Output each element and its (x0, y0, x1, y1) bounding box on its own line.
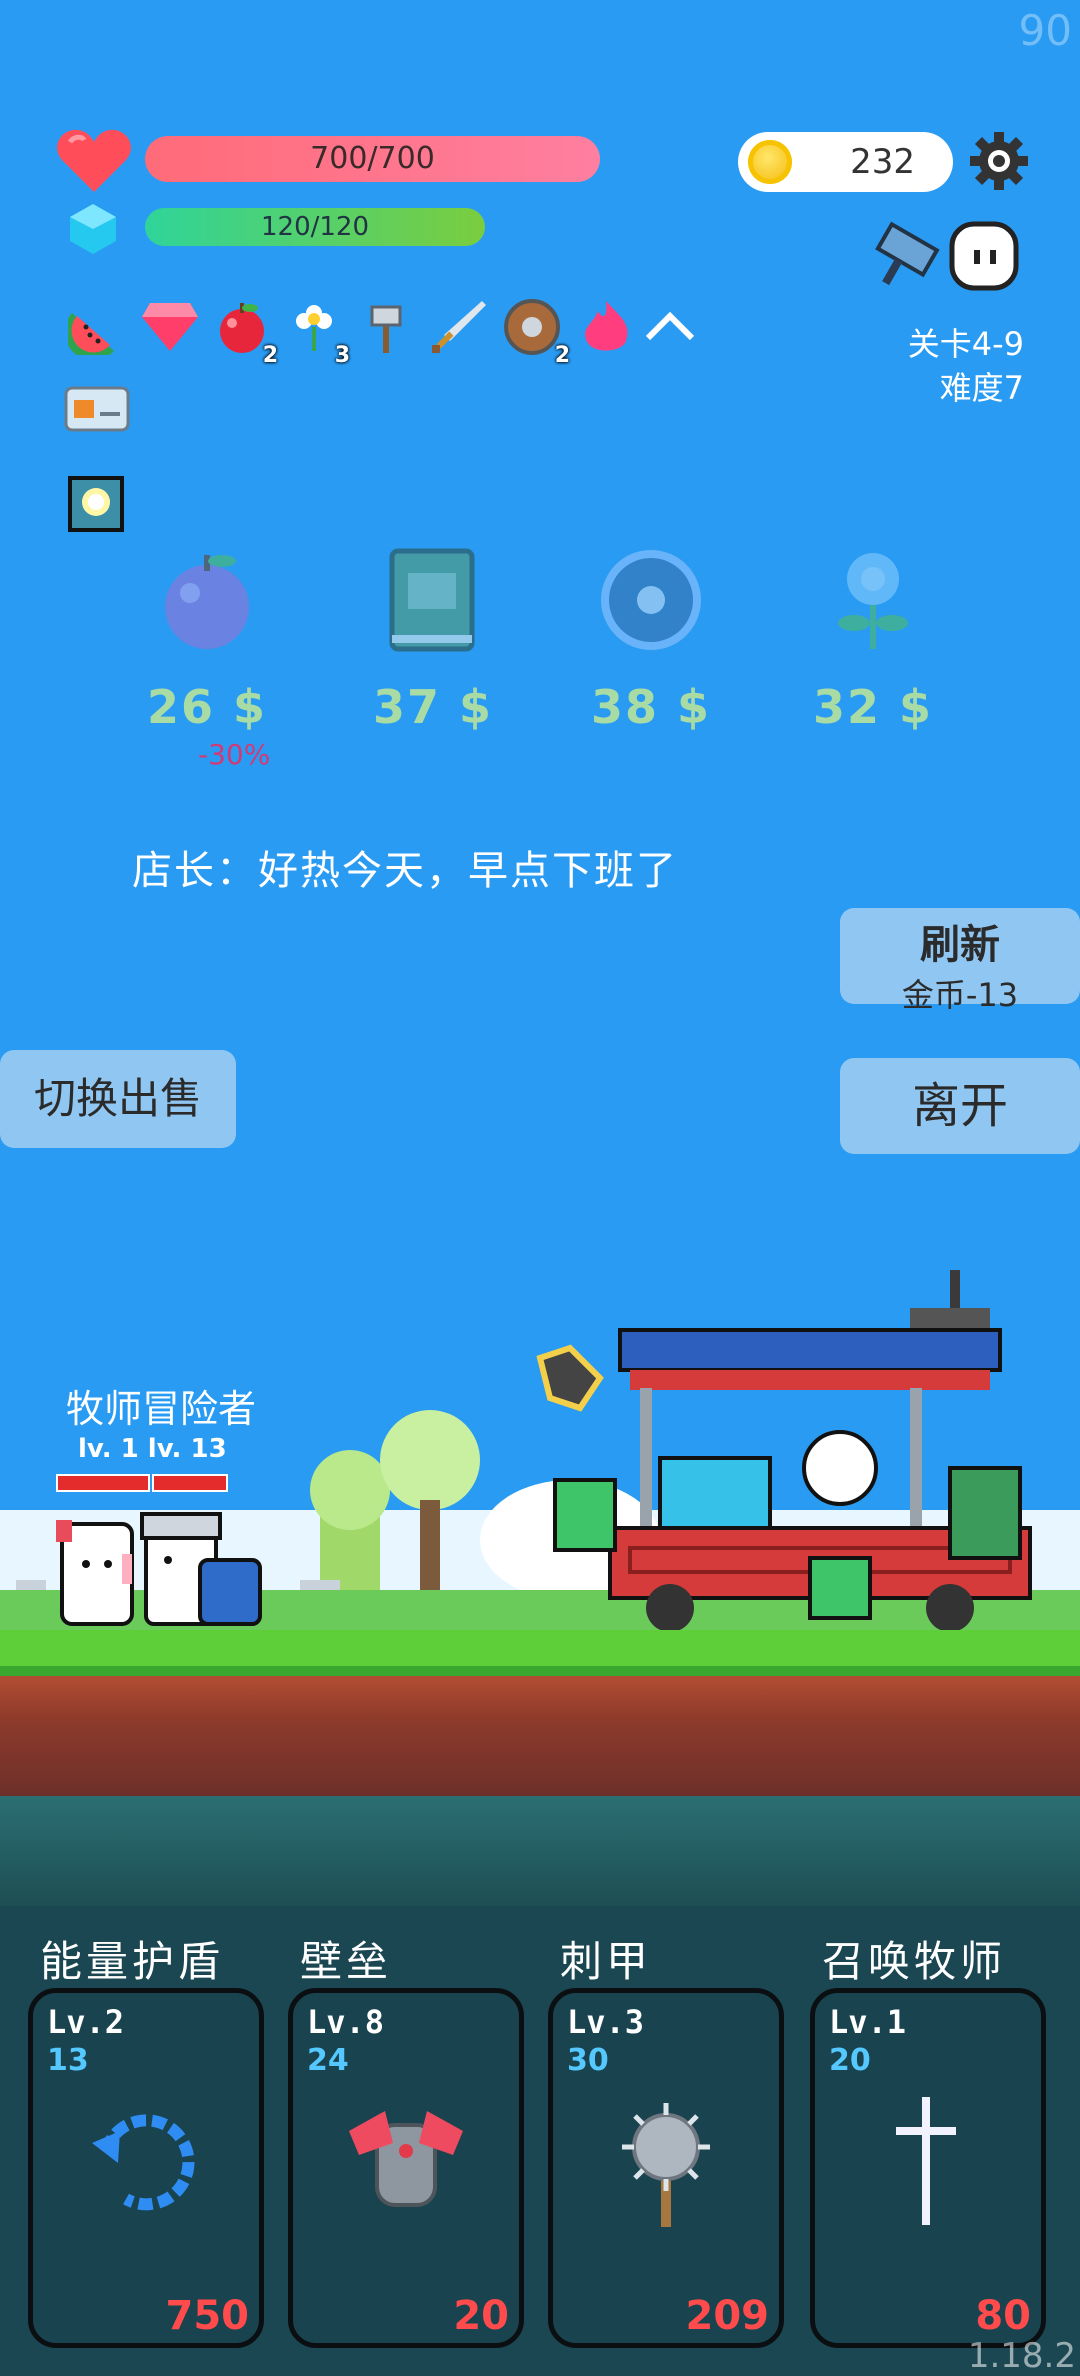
stage-difficulty: 难度7 (939, 369, 1024, 407)
heart-icon (56, 128, 132, 198)
skill-level: Lv.2 (47, 2003, 125, 2041)
settings-gear-icon[interactable] (968, 130, 1030, 196)
shop-discount-1: -30% (198, 738, 271, 771)
food-truck (510, 1268, 1070, 1642)
coin-icon (748, 140, 792, 184)
skill-card-summon-priest[interactable]: Lv.1 20 80 (810, 1988, 1046, 2348)
skill-title-1: 能量护盾 (40, 1937, 225, 1986)
inventory-flame[interactable] (574, 292, 638, 362)
priest-character[interactable] (52, 1514, 142, 1638)
skill-card-energy-shield[interactable]: Lv.2 13 750 (28, 1988, 264, 2348)
shopkeeper-dialog: 店长：好热今天，早点下班了 (132, 848, 678, 894)
ground-dirt (0, 1676, 1080, 1796)
relic-lightbulb-icon[interactable] (68, 476, 124, 536)
water-strip (0, 1796, 1080, 1906)
skill-cost: 209 (685, 2293, 770, 2339)
inventory-flower[interactable]: 3 (284, 292, 350, 368)
skill-cost: 80 (975, 2293, 1031, 2339)
skill-level: Lv.8 (307, 2003, 385, 2041)
skill-value: 24 (307, 2043, 349, 2078)
inventory-gem[interactable] (138, 292, 202, 362)
armor-chestplate-icon (341, 2101, 471, 2225)
skill-title-2: 壁垒 (300, 1937, 393, 1986)
stage-info: 关卡4-9 难度7 (908, 322, 1024, 410)
inventory-sword[interactable] (426, 292, 490, 362)
leave-button[interactable]: 离开 (840, 1058, 1080, 1154)
mp-bar: 120/120 (145, 208, 485, 246)
apple-count: 2 (262, 343, 278, 368)
skill-card-thorn-armor[interactable]: Lv.3 30 209 (548, 1988, 784, 2348)
ghost-pet-icon[interactable] (946, 218, 1022, 298)
version-label: 1.18.2 (967, 2336, 1076, 2376)
sign-post-icon[interactable] (862, 218, 944, 296)
switch-sell-button[interactable]: 切换出售 (0, 1050, 236, 1148)
skill-card-bulwark[interactable]: Lv.8 24 20 (288, 1988, 524, 2348)
inventory-apple[interactable]: 2 (212, 292, 278, 368)
skill-value: 30 (567, 2043, 609, 2078)
shop-item-plum[interactable] (152, 545, 262, 655)
priest-hp-bar (56, 1474, 150, 1492)
fps-counter: 90 (1018, 6, 1072, 55)
holy-cross-icon (878, 2091, 978, 2235)
skill-cost: 750 (165, 2293, 250, 2339)
unit-name-label: 牧师冒险者 (66, 1387, 257, 1431)
ground-grass (0, 1630, 1080, 1676)
adventurer-hp-bar (152, 1474, 228, 1492)
adventurer-character[interactable] (136, 1500, 266, 1638)
refresh-cycle-icon (86, 2101, 206, 2225)
skill-level: Lv.1 (829, 2003, 907, 2041)
shop-item-round-shield[interactable] (596, 545, 706, 655)
refresh-cost: 金币-13 (901, 976, 1019, 1014)
shop-item-book[interactable] (378, 545, 488, 655)
coin-amount: 232 (850, 142, 915, 182)
stage-level: 关卡4-9 (907, 325, 1024, 363)
skill-title-4: 召唤牧师 (822, 1937, 1007, 1986)
mana-crystal-icon (66, 202, 120, 260)
collapse-chevron-up-icon[interactable] (642, 308, 698, 348)
inventory-round-shield[interactable]: 2 (500, 292, 570, 368)
shop-price-3: 38 $ (590, 680, 712, 734)
flower-count: 3 (334, 343, 350, 368)
shop-price-4: 32 $ (812, 680, 934, 734)
hp-bar: 700/700 (145, 136, 600, 182)
briefcase-icon[interactable] (64, 384, 130, 438)
inventory-axe[interactable] (356, 292, 416, 362)
skill-level: Lv.3 (567, 2003, 645, 2041)
skill-cost: 20 (453, 2293, 509, 2339)
inventory-watermelon[interactable] (66, 292, 126, 362)
coin-counter: 232 (738, 132, 953, 192)
shop-price-1: 26 $ (146, 680, 268, 734)
skill-title-3: 刺甲 (560, 1937, 653, 1986)
refresh-button[interactable]: 刷新 金币-13 (840, 908, 1080, 1014)
refresh-label: 刷新 (920, 922, 1000, 968)
skill-value: 20 (829, 2043, 871, 2078)
skill-value: 13 (47, 2043, 89, 2078)
shield-count: 2 (554, 343, 570, 368)
spiked-mace-icon (601, 2091, 731, 2235)
unit-level-label: lv. 1 lv. 13 (78, 1434, 227, 1464)
shop-price-2: 37 $ (372, 680, 494, 734)
shop-item-blue-flower[interactable] (818, 545, 928, 655)
